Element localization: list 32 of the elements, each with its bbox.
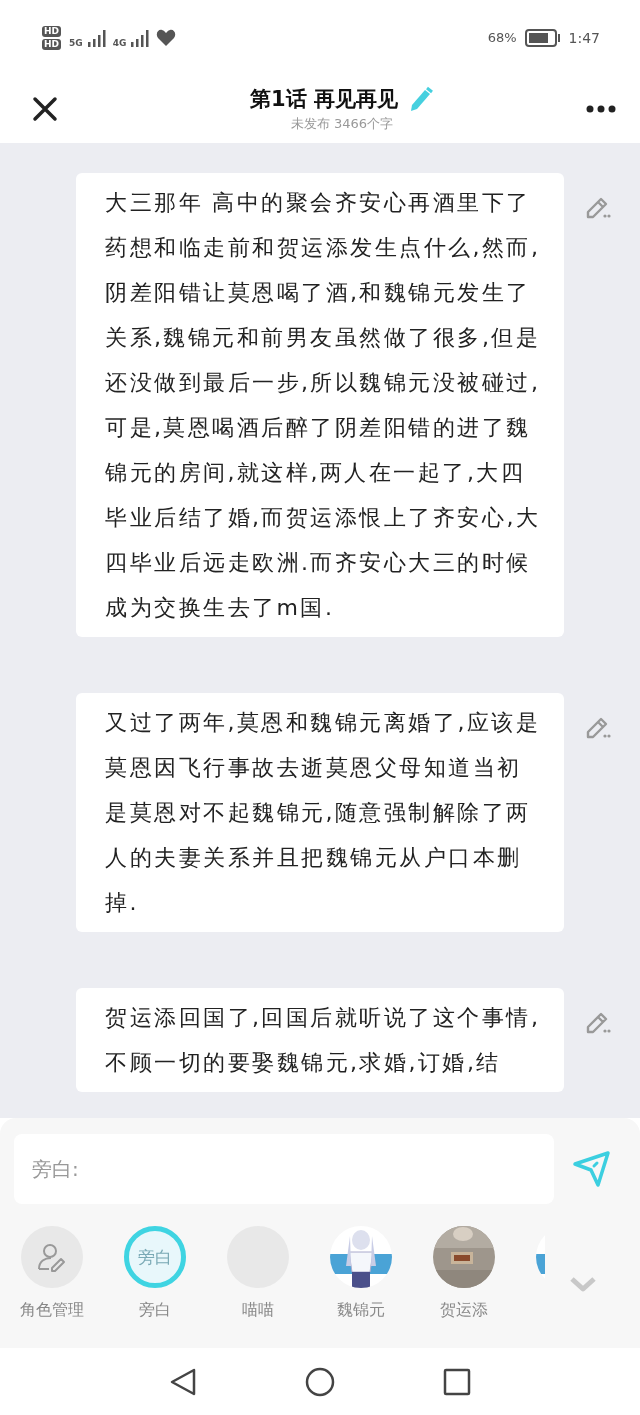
chapter-info: 未发布 3466个字 xyxy=(290,115,394,133)
back-icon[interactable] xyxy=(169,1366,197,1397)
paragraph-card[interactable]: 贺运添回国了,回国后就听说了这个事情,不顾一切的要娶魏锦元,求婚,订婚,结 xyxy=(76,988,564,1092)
heart-icon xyxy=(156,28,177,47)
clock: 1:47 xyxy=(568,29,600,46)
paragraph-card[interactable]: 又过了两年,莫恩和魏锦元离婚了,应该是莫恩因飞行事故去逝莫恩父母知道当初是莫恩对不起魏锦元,随意强制解除了两人的夫妻关系并且把魏锦元从户口本删掉. xyxy=(76,693,564,932)
battery-percent: 68% xyxy=(487,30,517,45)
role-name: 旁白 xyxy=(138,1300,171,1321)
signal-icon xyxy=(86,28,109,47)
chapter-title: 第1话 再见再见 xyxy=(250,86,398,113)
battery-icon xyxy=(524,28,561,47)
paragraph-text: 贺运添回国了,回国后就听说了这个事情,不顾一切的要娶魏锦元,求婚,订婚,结 xyxy=(105,1004,542,1077)
chevron-down-icon[interactable] xyxy=(569,1276,597,1292)
role-name: 喵喵 xyxy=(241,1300,274,1321)
eraser-pencil-icon[interactable] xyxy=(585,715,611,741)
sim-label: HD xyxy=(42,25,61,37)
home-icon[interactable] xyxy=(305,1366,335,1397)
paragraph-card[interactable]: 大三那年 高中的聚会齐安心再酒里下了药想和临走前和贺运添发生点什么,然而,阴差阳错让莫恩喝了酒,和魏锦元发生了关系,魏锦元和前男友虽然做了很多,但是还没做到最后一步,所以魏锦元没被碰过,可是,莫恩喝酒后醉了阴差阳错的进了魏锦元的房间,就这样,两人在一起了,大四毕业后结了婚,而贺运添恨上了齐安心,大四毕业后远走欧洲.而齐安心大三的时候成为交换生去了m国. xyxy=(76,173,564,637)
role-name: 魏锦元 xyxy=(336,1300,385,1321)
send-button[interactable] xyxy=(572,1149,612,1189)
network-label: 5G xyxy=(69,37,83,48)
role-name: 角色管理 xyxy=(19,1300,84,1321)
sim-label: HD xyxy=(42,38,61,50)
paragraph-text: 大三那年 高中的聚会齐安心再酒里下了药想和临走前和贺运添发生点什么,然而,阴差阳错让莫恩喝了酒,和魏锦元发生了关系,魏锦元和前男友虽然做了很多,但是还没做到最后一步,所以魏锦元没被碰过,可是,莫恩喝酒后醉了阴差阳错的进了魏锦元的房间,就这样,两人在一起了,大四毕业后结了婚,而贺运添恨上了齐安心,大四毕业后远走欧洲.而齐安心大三的时候成为交换生去了m国. xyxy=(105,189,542,622)
role-name: 贺运添 xyxy=(439,1300,488,1321)
network-label: 4G xyxy=(112,37,127,48)
eraser-pencil-icon[interactable] xyxy=(585,1010,611,1036)
eraser-pencil-icon[interactable] xyxy=(585,195,611,221)
recents-icon[interactable] xyxy=(443,1367,471,1396)
paragraph-text: 又过了两年,莫恩和魏锦元离婚了,应该是莫恩因飞行事故去逝莫恩父母知道当初是莫恩对不起魏锦元,随意强制解除了两人的夫妻关系并且把魏锦元从户口本删掉. xyxy=(105,709,542,917)
input-field[interactable]: 旁白: xyxy=(14,1134,554,1204)
person-edit-icon xyxy=(36,1242,67,1272)
